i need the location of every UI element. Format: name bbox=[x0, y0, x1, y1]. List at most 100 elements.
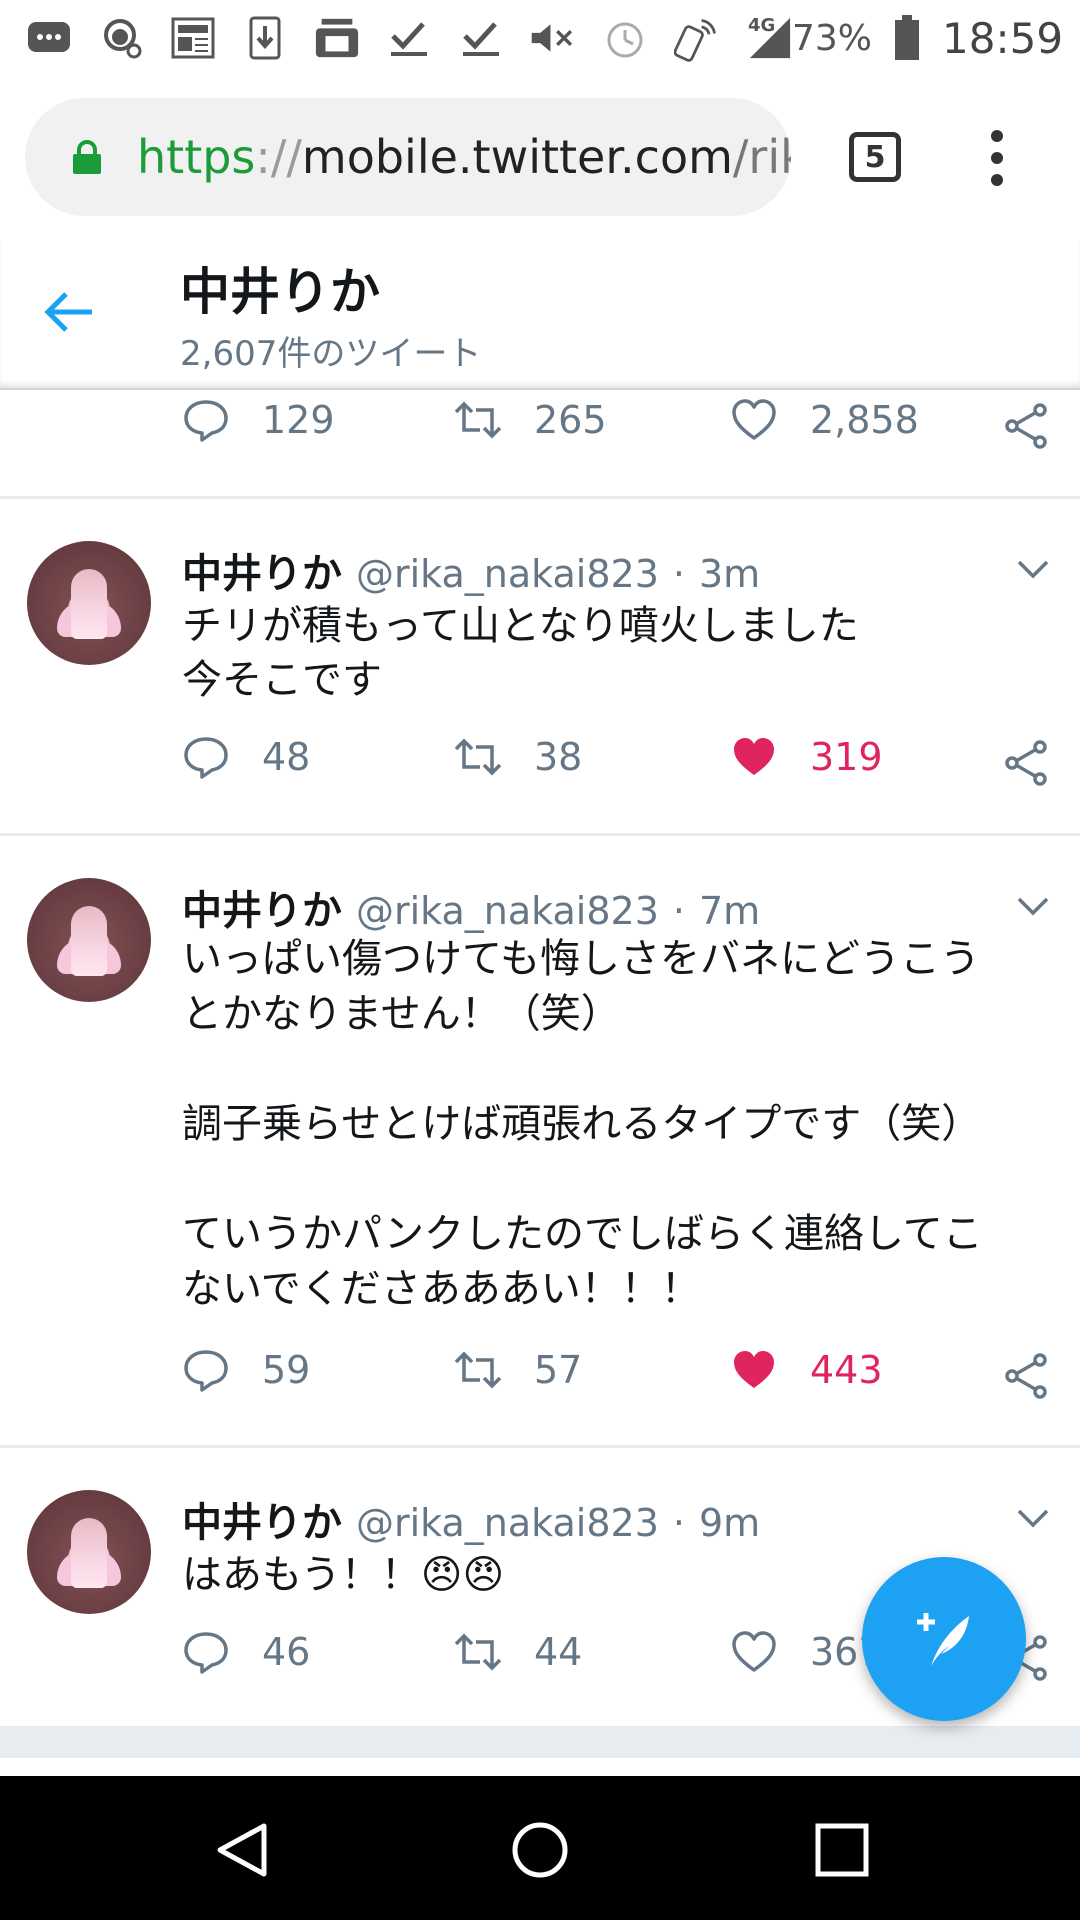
tweet-dot: · bbox=[672, 1501, 685, 1545]
compose-tweet-button[interactable] bbox=[862, 1557, 1026, 1721]
headset-icon bbox=[98, 15, 144, 61]
reply-count: 129 bbox=[262, 398, 335, 442]
tweet-actions: 129 265 2,858 bbox=[0, 396, 1080, 456]
retweet-icon bbox=[454, 401, 502, 439]
address-bar[interactable]: https://mobile.twitter.com/rik bbox=[25, 98, 791, 216]
like-button[interactable]: 319 bbox=[730, 733, 883, 781]
clock: 18:59 bbox=[942, 13, 1064, 63]
share-icon[interactable] bbox=[1002, 1352, 1050, 1400]
signal-4g-icon: 4G bbox=[746, 15, 792, 61]
recents-square-icon[interactable] bbox=[812, 1820, 872, 1880]
share-icon[interactable] bbox=[1002, 402, 1050, 450]
like-count: 443 bbox=[810, 1348, 883, 1392]
check-icon bbox=[458, 15, 504, 61]
like-button[interactable]: 443 bbox=[730, 1346, 883, 1394]
retweet-icon bbox=[454, 1633, 502, 1671]
mute-icon bbox=[530, 15, 576, 61]
reply-button[interactable]: 48 bbox=[182, 733, 310, 781]
tweet-time: 7m bbox=[698, 889, 761, 933]
url-scheme: https bbox=[137, 130, 256, 184]
profile-header: 中井りか 2,607件のツイート bbox=[0, 240, 1080, 390]
back-arrow-icon[interactable] bbox=[44, 290, 94, 334]
retweet-count: 57 bbox=[534, 1348, 583, 1392]
share-icon[interactable] bbox=[1002, 739, 1050, 787]
reply-count: 59 bbox=[262, 1348, 311, 1392]
avatar[interactable] bbox=[27, 541, 151, 665]
battery-percent: 73% bbox=[792, 17, 873, 59]
tab-switcher-button[interactable]: 5 bbox=[849, 132, 901, 182]
heart-filled-icon bbox=[734, 738, 774, 775]
reply-count: 48 bbox=[262, 735, 311, 779]
reply-icon bbox=[184, 400, 228, 442]
chat-icon bbox=[26, 15, 72, 61]
like-count: 319 bbox=[810, 735, 883, 779]
lock-icon bbox=[73, 140, 101, 174]
like-button[interactable]: 367 bbox=[730, 1628, 883, 1676]
url-text: https://mobile.twitter.com/rik bbox=[137, 130, 791, 184]
chevron-down-icon[interactable] bbox=[1016, 1506, 1050, 1530]
reply-button[interactable]: 46 bbox=[182, 1628, 310, 1676]
alarm-icon bbox=[602, 15, 648, 61]
reply-icon bbox=[184, 1632, 228, 1674]
tweet-text: チリが積もって山となり噴火しました 今そこです bbox=[182, 603, 859, 703]
newspaper-icon bbox=[170, 15, 216, 61]
retweet-icon bbox=[454, 1351, 502, 1389]
compose-feather-icon bbox=[917, 1613, 969, 1666]
avatar[interactable] bbox=[27, 878, 151, 1002]
tweet-count: 2,607件のツイート bbox=[180, 334, 482, 374]
retweet-button[interactable]: 38 bbox=[454, 733, 582, 781]
status-bar: 4G 73% 18:59 bbox=[0, 0, 1080, 76]
liq-mobile-icon bbox=[314, 15, 360, 61]
avatar[interactable] bbox=[27, 1490, 151, 1614]
heart-outline-icon bbox=[732, 1631, 776, 1672]
check-icon bbox=[386, 15, 432, 61]
system-navigation-bar bbox=[0, 1776, 1080, 1920]
tweet-author-handle: @rika_nakai823 bbox=[356, 889, 659, 933]
retweet-icon bbox=[454, 738, 502, 776]
like-count: 2,858 bbox=[810, 398, 919, 442]
reply-button[interactable]: 129 bbox=[182, 396, 335, 444]
url-separator: :// bbox=[255, 130, 302, 184]
like-button[interactable]: 2,858 bbox=[730, 396, 919, 444]
tweet-author-name: 中井りか bbox=[182, 551, 342, 597]
download-icon bbox=[242, 15, 288, 61]
heart-filled-icon bbox=[734, 1351, 774, 1388]
network-label: 4G bbox=[748, 15, 776, 36]
tweet-author-handle: @rika_nakai823 bbox=[356, 552, 659, 596]
profile-name: 中井りか bbox=[180, 263, 380, 321]
retweet-button[interactable]: 265 bbox=[454, 396, 607, 444]
tweet[interactable]: 中井りか @rika_nakai823 · 7m いっぱい傷つけても悔しさをバネ… bbox=[0, 836, 1080, 1446]
retweet-count: 44 bbox=[534, 1630, 583, 1674]
tweet[interactable]: 中井りか @rika_nakai823 · 3m チリが積もって山となり噴火しま… bbox=[0, 499, 1080, 835]
retweet-count: 265 bbox=[534, 398, 607, 442]
tweet-text: いっぱい傷つけても悔しさをバネにどうこう とかなりません！（笑） 調子乗らせとけ… bbox=[182, 936, 983, 1312]
reply-icon bbox=[184, 737, 228, 779]
reply-icon bbox=[184, 1350, 228, 1392]
tweet-dot: · bbox=[672, 552, 685, 596]
url-path: /rik bbox=[732, 130, 791, 184]
reply-count: 46 bbox=[262, 1630, 311, 1674]
wifi-call-icon bbox=[674, 15, 720, 62]
tweet-author-name: 中井りか bbox=[182, 1500, 342, 1546]
feed-separator bbox=[0, 1726, 1080, 1758]
tweet-author-handle: @rika_nakai823 bbox=[356, 1501, 659, 1545]
retweet-count: 38 bbox=[534, 735, 583, 779]
heart-outline-icon bbox=[732, 399, 776, 440]
overflow-menu-button[interactable] bbox=[977, 128, 1017, 188]
browser-toolbar: https://mobile.twitter.com/rik 5 bbox=[0, 76, 1080, 240]
tweet-author-name: 中井りか bbox=[182, 888, 342, 934]
tweet-actions: 59 57 443 bbox=[0, 1346, 1080, 1406]
tweet-time: 9m bbox=[698, 1501, 761, 1545]
chevron-down-icon[interactable] bbox=[1016, 557, 1050, 581]
url-host: mobile.twitter.com bbox=[301, 130, 733, 184]
battery-icon bbox=[895, 15, 920, 60]
home-circle-icon[interactable] bbox=[510, 1820, 570, 1880]
retweet-button[interactable]: 57 bbox=[454, 1346, 582, 1394]
back-triangle-icon[interactable] bbox=[212, 1820, 272, 1880]
tweet-dot: · bbox=[672, 889, 685, 933]
chevron-down-icon[interactable] bbox=[1016, 894, 1050, 918]
retweet-button[interactable]: 44 bbox=[454, 1628, 582, 1676]
tweet-time: 3m bbox=[698, 552, 761, 596]
tweet-actions: 48 38 319 bbox=[0, 733, 1080, 793]
reply-button[interactable]: 59 bbox=[182, 1346, 310, 1394]
